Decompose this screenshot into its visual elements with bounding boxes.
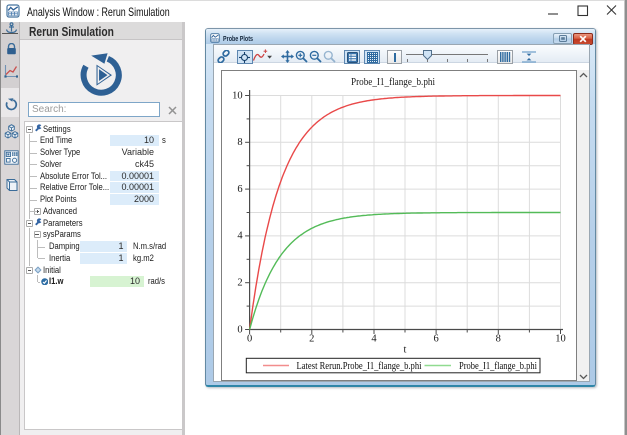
svg-text:2: 2 bbox=[309, 334, 314, 345]
svg-text:6: 6 bbox=[433, 334, 438, 345]
svg-text:t: t bbox=[404, 345, 407, 356]
svg-text:0: 0 bbox=[247, 334, 252, 345]
svg-text:4: 4 bbox=[371, 334, 377, 345]
svg-text:0: 0 bbox=[237, 324, 242, 335]
svg-text:10: 10 bbox=[232, 90, 243, 101]
svg-text:Probe_I1_flange_b.phi: Probe_I1_flange_b.phi bbox=[351, 77, 435, 88]
svg-text:10: 10 bbox=[555, 334, 566, 345]
svg-text:8: 8 bbox=[237, 137, 242, 148]
svg-text:Latest Rerun.Probe_I1_flange_b: Latest Rerun.Probe_I1_flange_b.phi bbox=[297, 361, 422, 372]
svg-text:6: 6 bbox=[237, 184, 242, 195]
svg-text:8: 8 bbox=[496, 334, 501, 345]
svg-text:Probe_I1_flange_b.phi: Probe_I1_flange_b.phi bbox=[459, 361, 537, 372]
svg-text:2: 2 bbox=[237, 278, 242, 289]
svg-text:4: 4 bbox=[237, 231, 243, 242]
